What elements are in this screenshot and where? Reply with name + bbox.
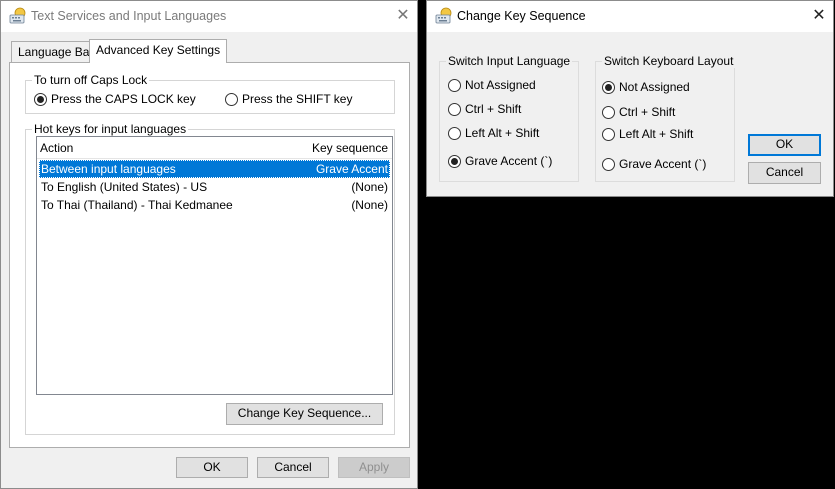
row-key: (None) — [351, 198, 388, 212]
radio-label: Press the CAPS LOCK key — [51, 92, 196, 106]
apply-button[interactable]: Apply — [338, 457, 410, 478]
hotkeys-group-label: Hot keys for input languages — [32, 122, 189, 136]
radio-layout-grave-accent[interactable]: Grave Accent (`) — [602, 157, 706, 171]
radio-icon[interactable] — [602, 127, 615, 141]
keyboard-globe-icon — [435, 7, 452, 24]
radio-input-ctrl-shift[interactable]: Ctrl + Shift — [448, 102, 521, 116]
radio-shift-key[interactable]: Press the SHIFT key — [225, 92, 352, 106]
radio-icon[interactable] — [34, 92, 47, 106]
hotkeys-list[interactable]: Action Key sequence Between input langua… — [36, 136, 393, 395]
radio-label: Press the SHIFT key — [242, 92, 353, 106]
row-action: To Thai (Thailand) - Thai Kedmanee — [41, 198, 233, 212]
radio-icon[interactable] — [602, 105, 615, 119]
radio-layout-not-assigned[interactable]: Not Assigned — [602, 80, 690, 94]
title-bar[interactable]: Text Services and Input Languages ✕ — [1, 1, 417, 32]
radio-icon[interactable] — [448, 102, 461, 116]
group-label: Switch Keyboard Layout — [602, 54, 736, 68]
table-row[interactable]: To English (United States) - US (None) — [39, 178, 390, 196]
radio-layout-left-alt-shift[interactable]: Left Alt + Shift — [602, 127, 693, 141]
group-label: Switch Input Language — [446, 54, 573, 68]
row-key: (None) — [351, 180, 388, 194]
switch-keyboard-layout-group: Switch Keyboard Layout Not Assigned Ctrl… — [595, 54, 736, 182]
row-action: Between input languages — [41, 162, 176, 176]
change-key-sequence-dialog: Change Key Sequence ✕ Switch Input Langu… — [426, 0, 834, 197]
ok-button[interactable]: OK — [176, 457, 248, 478]
window-title: Change Key Sequence — [457, 9, 586, 23]
column-header-key-sequence[interactable]: Key sequence — [312, 141, 388, 155]
radio-icon[interactable] — [448, 78, 461, 92]
tab-panel-advanced: To turn off Caps Lock Press the CAPS LOC… — [9, 62, 410, 448]
row-action: To English (United States) - US — [41, 180, 208, 194]
title-bar[interactable]: Change Key Sequence ✕ — [427, 1, 833, 32]
change-key-sequence-button[interactable]: Change Key Sequence... — [226, 403, 383, 425]
tab-language-bar[interactable]: Language Bar — [11, 41, 101, 63]
caps-lock-group: To turn off Caps Lock Press the CAPS LOC… — [25, 73, 395, 114]
radio-label: Grave Accent (`) — [619, 157, 707, 171]
radio-label: Ctrl + Shift — [465, 102, 522, 116]
text-services-dialog: Text Services and Input Languages ✕ Lang… — [0, 0, 418, 489]
radio-label: Left Alt + Shift — [619, 127, 694, 141]
radio-caps-lock-key[interactable]: Press the CAPS LOCK key — [34, 92, 196, 106]
list-header[interactable]: Action Key sequence — [37, 137, 392, 159]
radio-icon[interactable] — [448, 154, 461, 168]
tab-advanced-key-settings[interactable]: Advanced Key Settings — [89, 39, 228, 63]
close-icon[interactable]: ✕ — [391, 5, 415, 27]
ok-button[interactable]: OK — [748, 134, 821, 156]
radio-label: Left Alt + Shift — [465, 126, 540, 140]
table-row[interactable]: To Thai (Thailand) - Thai Kedmanee (None… — [39, 196, 390, 214]
radio-label: Not Assigned — [619, 80, 690, 94]
radio-icon[interactable] — [602, 157, 615, 171]
row-key: Grave Accent — [315, 162, 388, 176]
keyboard-globe-icon — [9, 7, 26, 24]
radio-input-not-assigned[interactable]: Not Assigned — [448, 78, 536, 92]
radio-input-left-alt-shift[interactable]: Left Alt + Shift — [448, 126, 539, 140]
radio-label: Not Assigned — [465, 78, 536, 92]
caps-lock-group-label: To turn off Caps Lock — [32, 73, 150, 87]
radio-icon[interactable] — [448, 126, 461, 140]
radio-input-grave-accent[interactable]: Grave Accent (`) — [448, 154, 552, 168]
radio-icon[interactable] — [225, 92, 238, 106]
cancel-button[interactable]: Cancel — [257, 457, 329, 478]
table-row[interactable]: Between input languages Grave Accent — [39, 160, 390, 178]
window-title: Text Services and Input Languages — [31, 9, 227, 23]
radio-label: Ctrl + Shift — [619, 105, 676, 119]
close-icon[interactable]: ✕ — [807, 5, 831, 27]
switch-input-language-group: Switch Input Language Not Assigned Ctrl … — [439, 54, 579, 182]
radio-label: Grave Accent (`) — [465, 154, 553, 168]
radio-icon[interactable] — [602, 80, 615, 94]
cancel-button[interactable]: Cancel — [748, 162, 821, 184]
radio-layout-ctrl-shift[interactable]: Ctrl + Shift — [602, 105, 675, 119]
column-header-action[interactable]: Action — [40, 141, 73, 155]
